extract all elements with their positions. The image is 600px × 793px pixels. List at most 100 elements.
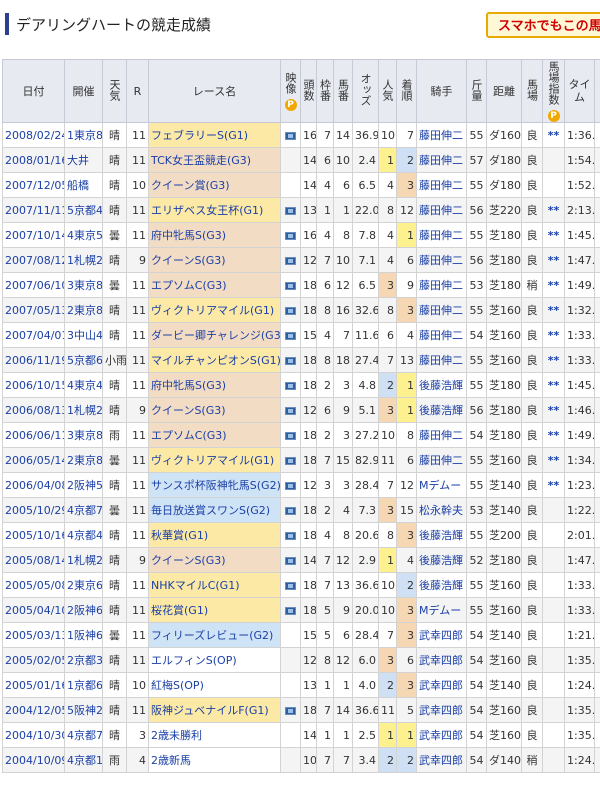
jockey-link[interactable]: 藤田伸二 [416,122,467,148]
race-name-link[interactable]: 府中牝馬S(G3) [148,372,281,398]
date-link[interactable]: 2007/12/05 [2,172,65,198]
venue-link[interactable]: 4京都7 [64,722,103,748]
venue-link[interactable]: 2阪神5 [64,472,103,498]
jockey-link[interactable]: 藤田伸二 [416,197,467,223]
date-link[interactable]: 2005/10/29 [2,497,65,523]
date-link[interactable]: 2005/05/08 [2,572,65,598]
race-name-text[interactable]: 2歳新馬 [151,754,191,767]
jockey-link[interactable]: 武幸四郎 [416,622,467,648]
venue-link[interactable]: 2京都3 [64,647,103,673]
venue-link[interactable]: 4東京5 [64,222,103,248]
video-icon[interactable] [285,381,296,390]
race-name-link[interactable]: エプソムC(G3) [148,422,281,448]
race-name-link[interactable]: クイーン賞(G3) [148,172,281,198]
video-icon[interactable] [285,206,296,215]
race-name-link[interactable]: クイーンS(G3) [148,547,281,573]
jockey-link[interactable]: 藤田伸二 [416,322,467,348]
race-name-text[interactable]: 毎日放送賞スワンS(G2) [151,504,270,517]
col-venue[interactable]: 開催 [64,59,103,123]
race-name-text[interactable]: ヴィクトリアマイル(G1) [151,454,274,467]
jockey-link[interactable]: 藤田伸二 [416,147,467,173]
video-icon[interactable] [285,531,296,540]
race-name-text[interactable]: エプソムC(G3) [151,279,227,292]
video-icon[interactable] [285,356,296,365]
venue-link[interactable]: 4京都7 [64,497,103,523]
race-name-text[interactable]: エリザベス女王杯(G1) [151,204,263,217]
jockey-link[interactable]: 後藤浩輝 [416,522,467,548]
venue-link[interactable]: 3東京8 [64,422,103,448]
date-link[interactable]: 2005/04/10 [2,597,65,623]
race-name-text[interactable]: 桜花賞(G1) [151,604,208,617]
video-icon[interactable] [285,556,296,565]
date-link[interactable]: 2007/10/14 [2,222,65,248]
race-name-link[interactable]: 毎日放送賞スワンS(G2) [148,497,281,523]
race-name-link[interactable]: フィリーズレビュー(G2) [148,622,281,648]
date-link[interactable]: 2005/10/16 [2,522,65,548]
date-link[interactable]: 2006/11/19 [2,347,65,373]
race-name-text[interactable]: サンスポ杯阪神牝馬S(G2) [151,479,280,492]
race-name-text[interactable]: クイーンS(G3) [151,554,226,567]
jockey-link[interactable]: 藤田伸二 [416,172,467,198]
date-link[interactable]: 2007/08/12 [2,247,65,273]
col-jockey[interactable]: 騎手 [416,59,467,123]
jockey-link[interactable]: 藤田伸二 [416,272,467,298]
video-icon[interactable] [285,431,296,440]
jockey-link[interactable]: 藤田伸二 [416,422,467,448]
jockey-link[interactable]: 武幸四郎 [416,647,467,673]
race-name-link[interactable]: フェブラリーS(G1) [148,122,281,148]
race-name-link[interactable]: 桜花賞(G1) [148,597,281,623]
video-icon[interactable] [285,606,296,615]
jockey-link[interactable]: 武幸四郎 [416,747,467,773]
venue-link[interactable]: 大井 [64,147,103,173]
venue-link[interactable]: 1札幌2 [64,397,103,423]
video-icon[interactable] [285,506,296,515]
col-race-name[interactable]: レース名 [148,59,281,123]
date-link[interactable]: 2007/11/11 [2,197,65,223]
jockey-link[interactable]: 藤田伸二 [416,447,467,473]
jockey-link[interactable]: 後藤浩輝 [416,547,467,573]
race-name-text[interactable]: クイーン賞(G3) [151,179,230,192]
race-name-link[interactable]: ヴィクトリアマイル(G1) [148,297,281,323]
video-icon[interactable] [285,581,296,590]
jockey-link[interactable]: 藤田伸二 [416,247,467,273]
race-name-link[interactable]: 紅梅S(OP) [148,672,281,698]
race-name-link[interactable]: クイーンS(G3) [148,247,281,273]
venue-link[interactable]: 4京都4 [64,522,103,548]
race-name-text[interactable]: 阪神ジュベナイルF(G1) [151,704,269,717]
race-name-link[interactable]: 秋華賞(G1) [148,522,281,548]
date-link[interactable]: 2004/12/05 [2,697,65,723]
jockey-link[interactable]: 後藤浩輝 [416,572,467,598]
date-link[interactable]: 2005/03/13 [2,622,65,648]
date-link[interactable]: 2006/06/11 [2,422,65,448]
race-name-link[interactable]: 2歳新馬 [148,747,281,773]
jockey-link[interactable]: 藤田伸二 [416,347,467,373]
race-name-link[interactable]: TCK女王盃競走(G3) [148,147,281,173]
race-name-text[interactable]: NHKマイルC(G1) [151,579,240,592]
video-icon[interactable] [285,131,296,140]
race-name-link[interactable]: サンスポ杯阪神牝馬S(G2) [148,472,281,498]
race-name-text[interactable]: マイルチャンピオンS(G1) [151,354,280,367]
race-name-text[interactable]: 府中牝馬S(G3) [151,229,226,242]
video-icon[interactable] [285,281,296,290]
race-name-text[interactable]: エプソムC(G3) [151,429,227,442]
jockey-link[interactable]: 藤田伸二 [416,297,467,323]
venue-link[interactable]: 5阪神2 [64,697,103,723]
smartphone-promo-button[interactable]: スマホでもこの馬の [486,12,600,38]
jockey-link[interactable]: 武幸四郎 [416,672,467,698]
venue-link[interactable]: 1阪神6 [64,622,103,648]
race-name-text[interactable]: ダービー卿チャレンジ(G3) [151,329,280,342]
video-icon[interactable] [285,406,296,415]
race-name-text[interactable]: 秋華賞(G1) [151,529,208,542]
race-name-link[interactable]: エプソムC(G3) [148,272,281,298]
race-name-text[interactable]: 府中牝馬S(G3) [151,379,226,392]
race-name-text[interactable]: ヴィクトリアマイル(G1) [151,304,274,317]
date-link[interactable]: 2006/10/15 [2,372,65,398]
date-link[interactable]: 2005/01/16 [2,672,65,698]
race-name-text[interactable]: フェブラリーS(G1) [151,129,248,142]
video-icon[interactable] [285,481,296,490]
venue-link[interactable]: 1札幌2 [64,247,103,273]
race-name-link[interactable]: マイルチャンピオンS(G1) [148,347,281,373]
jockey-link[interactable]: 藤田伸二 [416,222,467,248]
jockey-link[interactable]: Mデムー [416,472,467,498]
date-link[interactable]: 2007/05/13 [2,297,65,323]
